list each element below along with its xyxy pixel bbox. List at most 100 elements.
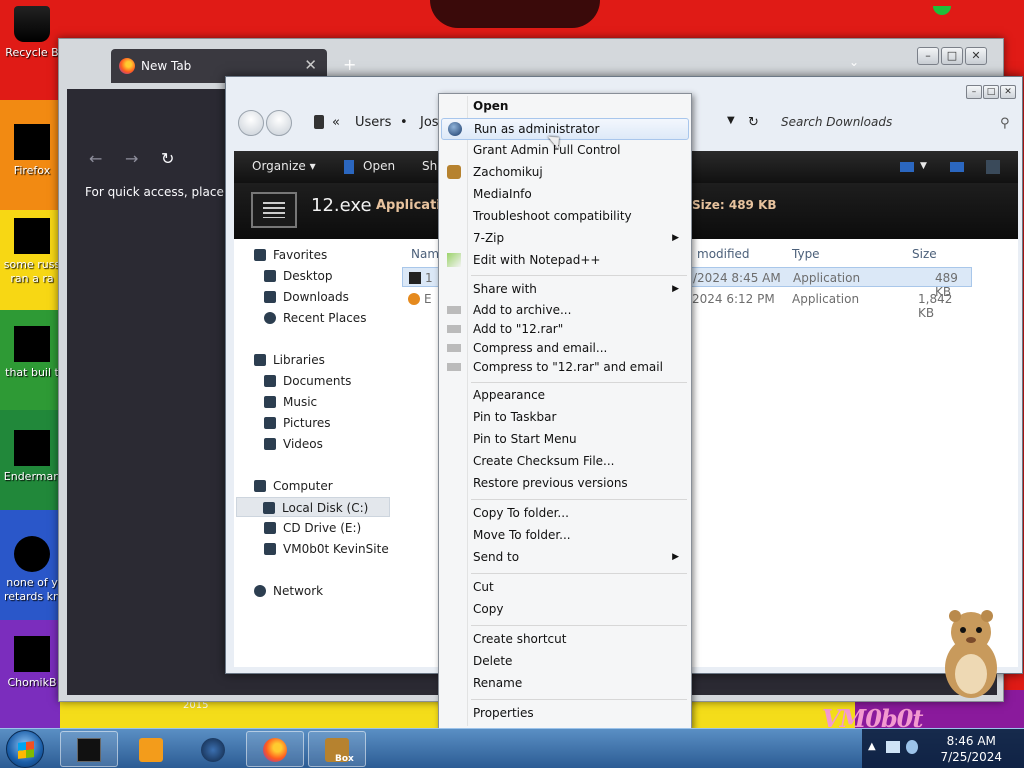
nav-favorites[interactable]: Favorites (254, 245, 327, 265)
menu-item-create-shortcut[interactable]: Create shortcut (441, 629, 689, 651)
maximize-button[interactable]: □ (941, 47, 963, 65)
close-button[interactable]: ✕ (1000, 85, 1016, 99)
nav-local-disk[interactable]: Local Disk (C:) (236, 497, 390, 517)
menu-item-pin-taskbar[interactable]: Pin to Taskbar (441, 407, 689, 429)
menu-item-troubleshoot[interactable]: Troubleshoot compatibility (441, 206, 689, 228)
menu-item-copy-to-folder[interactable]: Copy To folder... (441, 503, 689, 525)
file-type: Application (792, 292, 860, 306)
nav-recent-places[interactable]: Recent Places (264, 308, 366, 328)
refresh-icon[interactable]: ↻ (748, 115, 759, 130)
back-button[interactable] (238, 110, 264, 136)
forward-icon[interactable]: → (125, 149, 138, 168)
nav-videos[interactable]: Videos (264, 434, 323, 454)
desktop-icon-enderman[interactable]: Enderman (0, 430, 64, 484)
menu-item-mediainfo[interactable]: MediaInfo (441, 184, 689, 206)
menu-item-restore-versions[interactable]: Restore previous versions (441, 473, 689, 495)
menu-item-zachomikuj[interactable]: Zachomikuj (441, 162, 689, 184)
help-icon[interactable] (986, 160, 1000, 174)
taskbar-explorer[interactable] (60, 731, 118, 767)
cd-drive-icon (264, 522, 276, 534)
network-icon[interactable] (886, 741, 900, 753)
nav-computer[interactable]: Computer (254, 476, 333, 496)
desktop-icon-that-built[interactable]: that buil t (0, 326, 64, 380)
nav-documents[interactable]: Documents (264, 371, 351, 391)
firefox-icon (119, 58, 135, 74)
desktop-icon-chomikbox[interactable]: ChomikB (0, 636, 64, 690)
close-button[interactable]: ✕ (965, 47, 987, 65)
menu-item-properties[interactable]: Properties (441, 703, 689, 725)
clock[interactable]: 8:46 AM 7/25/2024 (940, 733, 1002, 765)
nav-cd-drive[interactable]: CD Drive (E:) (264, 518, 361, 538)
menu-item-share-with[interactable]: Share with ▶ (441, 279, 689, 301)
nav-downloads[interactable]: Downloads (264, 287, 349, 307)
menu-item-compress-rar-email[interactable]: Compress to "12.rar" and email (441, 357, 689, 379)
nav-pictures[interactable]: Pictures (264, 413, 331, 433)
menu-label: Rename (473, 676, 523, 690)
close-icon[interactable]: ✕ (304, 56, 317, 74)
menu-item-run-as-administrator[interactable]: Run as administrator (441, 118, 689, 140)
search-icon[interactable]: ⚲ (1000, 116, 1010, 131)
desktop-icon-some-russ[interactable]: some russ ran a ra (0, 218, 64, 286)
details-file-name: 12.exe (311, 195, 372, 216)
dropdown-arrow-icon[interactable]: ▼ (727, 115, 735, 126)
menu-item-send-to[interactable]: Send to ▶ (441, 547, 689, 569)
desktop-icon-none-of-y[interactable]: none of y retards kn (0, 536, 64, 604)
menu-item-move-to-folder[interactable]: Move To folder... (441, 525, 689, 547)
chevron-down-icon[interactable]: ▼ (920, 161, 927, 171)
desktop-icon-firefox[interactable]: Firefox (0, 124, 64, 178)
menu-item-copy[interactable]: Copy (441, 599, 689, 621)
menu-item-rename[interactable]: Rename (441, 673, 689, 695)
taskbar-chomikbox[interactable]: Box (308, 731, 366, 767)
nav-libraries[interactable]: Libraries (254, 350, 325, 370)
organize-button[interactable]: Organize ▾ (252, 159, 316, 173)
breadcrumb-chevron[interactable]: « (332, 115, 340, 130)
menu-item-delete[interactable]: Delete (441, 651, 689, 673)
menu-label: Troubleshoot compatibility (473, 209, 632, 223)
maximize-button[interactable]: □ (983, 85, 999, 99)
menu-item-notepad-plus-plus[interactable]: Edit with Notepad++ (441, 250, 689, 272)
open-button[interactable]: Open (363, 159, 395, 173)
reload-icon[interactable]: ↻ (161, 149, 174, 168)
start-button[interactable] (6, 730, 44, 768)
breadcrumb-user[interactable]: Jos (420, 115, 439, 130)
firefox-icon (14, 124, 50, 160)
menu-item-cut[interactable]: Cut (441, 577, 689, 599)
search-input[interactable]: Search Downloads (781, 115, 892, 129)
menu-item-appearance[interactable]: Appearance (441, 385, 689, 407)
new-tab-button[interactable]: + (343, 55, 356, 74)
volume-icon[interactable] (906, 740, 918, 754)
open-icon (344, 160, 354, 174)
menu-label: Run as administrator (474, 122, 600, 136)
menu-item-checksum[interactable]: Create Checksum File... (441, 451, 689, 473)
menu-item-7zip[interactable]: 7-Zip ▶ (441, 228, 689, 250)
view-icon[interactable] (900, 162, 914, 172)
preview-pane-icon[interactable] (950, 162, 964, 172)
submenu-arrow-icon: ▶ (672, 552, 679, 562)
nav-network[interactable]: Network (254, 581, 323, 601)
column-header-type[interactable]: Type (792, 247, 820, 261)
desktop-icon-label: none of y (6, 576, 58, 589)
menu-item-open[interactable]: Open (441, 96, 689, 118)
chevron-down-icon[interactable]: ⌄ (849, 55, 859, 69)
menu-label: Create shortcut (473, 632, 567, 646)
taskbar-browser[interactable] (184, 731, 242, 767)
back-icon[interactable]: ← (89, 149, 102, 168)
nav-vm-kevinsite[interactable]: VM0b0t KevinSite (264, 539, 389, 559)
desktop-icon-recycle-bin[interactable]: Recycle B (0, 6, 64, 60)
taskbar-firefox[interactable] (246, 731, 304, 767)
column-header-modified[interactable]: modified (697, 247, 750, 261)
tray-expand-icon[interactable]: ▲ (868, 741, 876, 752)
menu-label: Open (473, 99, 509, 113)
taskbar-media-player[interactable] (122, 731, 180, 767)
network-icon (254, 585, 266, 597)
forward-button[interactable] (266, 110, 292, 136)
star-icon (254, 249, 266, 261)
column-header-size[interactable]: Size (912, 247, 937, 261)
nav-music[interactable]: Music (264, 392, 317, 412)
minimize-button[interactable]: – (966, 85, 982, 99)
minimize-button[interactable]: – (917, 47, 939, 65)
menu-item-pin-start[interactable]: Pin to Start Menu (441, 429, 689, 451)
nav-desktop[interactable]: Desktop (264, 266, 333, 286)
menu-item-grant-admin[interactable]: Grant Admin Full Control (441, 140, 689, 162)
breadcrumb-users[interactable]: Users (355, 115, 391, 130)
